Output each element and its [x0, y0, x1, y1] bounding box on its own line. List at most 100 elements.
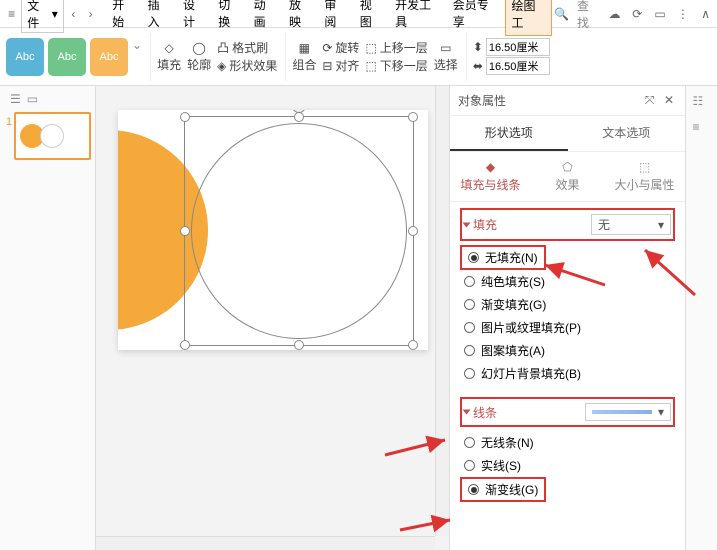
- prev-icon[interactable]: ‹: [66, 6, 81, 22]
- outline-view-icon[interactable]: ☰: [10, 92, 21, 106]
- align-label: 对齐: [335, 57, 359, 74]
- line-type-select[interactable]: ▾: [585, 403, 671, 421]
- radio-icon: [468, 252, 479, 263]
- line-solid-label: 实线(S): [481, 457, 521, 474]
- subtab-size[interactable]: ⬚大小与属性: [608, 160, 681, 193]
- handle-nw[interactable]: [180, 112, 190, 122]
- tab-insert[interactable]: 插入: [142, 0, 176, 36]
- tab-animation[interactable]: 动画: [248, 0, 282, 36]
- scrollbar-vertical[interactable]: [435, 86, 449, 536]
- tab-design[interactable]: 设计: [177, 0, 211, 36]
- up-icon: ⬚: [365, 41, 376, 55]
- radio-icon: [464, 368, 475, 379]
- handle-n[interactable]: [294, 112, 304, 122]
- sync-icon[interactable]: ⟳: [630, 6, 645, 22]
- scrollbar-horizontal[interactable]: [96, 536, 435, 550]
- bell-icon[interactable]: ▭: [653, 6, 668, 22]
- chevron-down-icon: ▾: [658, 405, 664, 419]
- shape-effect-button[interactable]: ◈形状效果: [217, 57, 277, 74]
- selected-circle-shape[interactable]: [191, 123, 407, 339]
- slide-view-icon[interactable]: ▭: [27, 92, 38, 106]
- line-none-label: 无线条(N): [481, 434, 534, 451]
- tab-view[interactable]: 视图: [354, 0, 388, 36]
- line-swatch: [592, 410, 652, 414]
- rail-icon-1[interactable]: ☷: [693, 94, 711, 112]
- rotate-button[interactable]: ⟳旋转: [322, 39, 359, 56]
- close-icon[interactable]: ✕: [661, 92, 677, 108]
- menu-icon[interactable]: ≡: [4, 6, 19, 22]
- outline-icon: ◯: [192, 41, 205, 55]
- tab-member[interactable]: 会员专享: [447, 0, 504, 36]
- shape-style-gallery[interactable]: Abc Abc Abc ⌄: [6, 38, 142, 76]
- section-fill-label: 填充: [473, 216, 497, 233]
- radio-icon: [464, 299, 475, 310]
- tab-shape-options[interactable]: 形状选项: [450, 116, 568, 151]
- slide-thumbnail-1[interactable]: 1: [14, 112, 91, 160]
- shape-style-2[interactable]: Abc: [48, 38, 86, 76]
- effect-icon: ◈: [217, 59, 226, 73]
- handle-s[interactable]: [294, 340, 304, 350]
- handle-e[interactable]: [408, 226, 418, 236]
- fill-none-radio[interactable]: 无填充(N): [460, 245, 546, 270]
- tab-drawing[interactable]: 绘图工: [505, 0, 553, 36]
- line-none-radio[interactable]: 无线条(N): [460, 431, 675, 454]
- ribbon-stack-format: 凸格式刷 ◈形状效果: [217, 39, 277, 74]
- search-label[interactable]: 查找: [577, 0, 599, 31]
- shape-style-3[interactable]: Abc: [90, 38, 128, 76]
- selection-box[interactable]: [184, 116, 414, 346]
- radio-icon: [464, 345, 475, 356]
- align-button[interactable]: ⊟对齐: [322, 57, 359, 74]
- fill-slidebg-radio[interactable]: 幻灯片背景填充(B): [460, 362, 675, 385]
- handle-sw[interactable]: [180, 340, 190, 350]
- ribbon-stack-layer: ⬚上移一层 ⬚下移一层: [365, 39, 427, 74]
- subtab-effect[interactable]: ⬠效果: [531, 160, 604, 193]
- fill-solid-radio[interactable]: 纯色填充(S): [460, 270, 675, 293]
- height-input[interactable]: [486, 38, 550, 56]
- tab-devtools[interactable]: 开发工具: [389, 0, 446, 36]
- ribbon: Abc Abc Abc ⌄ ◇填充 ◯轮廓 凸格式刷 ◈形状效果 ▦组合 ⟳旋转…: [0, 28, 717, 86]
- fill-pattern-radio[interactable]: 图案填充(A): [460, 339, 675, 362]
- rail-icon-2[interactable]: ≡: [693, 120, 711, 138]
- slide[interactable]: [118, 110, 428, 350]
- tab-text-options[interactable]: 文本选项: [568, 116, 686, 151]
- pin-icon[interactable]: ⤧: [642, 93, 658, 109]
- fill-type-select[interactable]: 无▾: [591, 214, 671, 235]
- search-icon[interactable]: 🔍: [554, 7, 569, 21]
- align-icon: ⊟: [322, 59, 332, 73]
- outline-button[interactable]: ◯轮廓: [187, 41, 211, 73]
- cloud-icon[interactable]: ☁: [607, 6, 622, 22]
- more-icon[interactable]: ⋮: [675, 6, 690, 22]
- tab-slideshow[interactable]: 放映: [283, 0, 317, 36]
- tab-start[interactable]: 开始: [106, 0, 140, 36]
- handle-ne[interactable]: [408, 112, 418, 122]
- section-line[interactable]: 线条 ▾: [460, 397, 675, 427]
- group-button[interactable]: ▦组合: [292, 41, 316, 73]
- bring-forward-button[interactable]: ⬚上移一层: [365, 39, 427, 56]
- expand-icon[interactable]: ∧: [698, 6, 713, 22]
- gallery-expand-icon[interactable]: ⌄: [132, 38, 142, 76]
- next-icon[interactable]: ›: [83, 6, 98, 22]
- fill-picture-radio[interactable]: 图片或纹理填充(P): [460, 316, 675, 339]
- file-menu[interactable]: 文件 ▾: [21, 0, 64, 33]
- section-line-label: 线条: [473, 404, 497, 421]
- width-input[interactable]: [486, 57, 550, 75]
- fill-solid-label: 纯色填充(S): [481, 273, 545, 290]
- handle-se[interactable]: [408, 340, 418, 350]
- send-backward-button[interactable]: ⬚下移一层: [365, 57, 427, 74]
- select-button[interactable]: ▭选择: [434, 41, 458, 73]
- handle-w[interactable]: [180, 226, 190, 236]
- shape-style-1[interactable]: Abc: [6, 38, 44, 76]
- line-gradient-radio[interactable]: 渐变线(G): [460, 477, 546, 502]
- ribbon-group-size: ⬍ ⬌: [466, 33, 550, 81]
- tab-review[interactable]: 审阅: [318, 0, 352, 36]
- format-painter-label: 格式刷: [232, 39, 268, 56]
- subtab-fill-line[interactable]: ◆填充与线条: [454, 160, 527, 193]
- section-fill[interactable]: 填充 无▾: [460, 208, 675, 241]
- fill-button[interactable]: ◇填充: [157, 41, 181, 73]
- line-solid-radio[interactable]: 实线(S): [460, 454, 675, 477]
- tab-transition[interactable]: 切换: [212, 0, 246, 36]
- fill-gradient-radio[interactable]: 渐变填充(G): [460, 293, 675, 316]
- canvas[interactable]: [96, 86, 449, 550]
- format-painter-button[interactable]: 凸格式刷: [217, 39, 277, 56]
- fill-none-label: 无填充(N): [485, 249, 538, 266]
